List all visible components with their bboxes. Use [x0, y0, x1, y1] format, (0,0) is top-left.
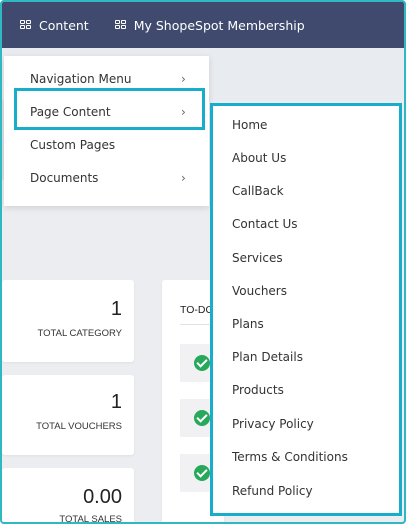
chevron-right-icon: › — [181, 171, 186, 185]
menu-item-navigation-menu[interactable]: Navigation Menu › — [30, 72, 186, 86]
active-highlight — [14, 88, 205, 130]
menu-item-label: Documents — [30, 171, 99, 185]
check-circle-icon — [194, 410, 210, 426]
page-content-submenu: Home About Us CallBack Contact Us Servic… — [210, 103, 402, 516]
menu-item-label: Navigation Menu — [30, 72, 132, 86]
submenu-item-plan-details[interactable]: Plan Details — [232, 350, 303, 364]
top-navbar: Content My ShopeSpot Membership — [2, 2, 404, 48]
content-dropdown-menu: Navigation Menu › Page Content › Custom … — [4, 56, 209, 206]
stat-label: TOTAL VOUCHERS — [36, 421, 122, 432]
check-circle-icon — [194, 465, 210, 481]
stat-value: 0.00 — [83, 486, 122, 508]
submenu-item-products[interactable]: Products — [232, 383, 284, 397]
submenu-item-vouchers[interactable]: Vouchers — [232, 284, 287, 298]
menu-item-custom-pages[interactable]: Custom Pages — [30, 138, 115, 152]
nav-membership-label: My ShopeSpot Membership — [133, 17, 305, 33]
chevron-right-icon: › — [181, 72, 186, 86]
todo-title: TO-DO — [180, 304, 214, 316]
stat-label: TOTAL CATEGORY — [37, 328, 122, 339]
app-frame: Content My ShopeSpot Membership 1 TOTAL … — [0, 0, 406, 524]
stat-label: TOTAL SALES — [59, 514, 122, 524]
menu-item-label: Custom Pages — [30, 138, 116, 152]
menu-item-documents[interactable]: Documents › — [30, 171, 186, 185]
nav-content-label: Content — [39, 17, 89, 33]
grid-icon — [114, 20, 127, 30]
check-circle-icon — [194, 355, 210, 371]
stat-card-category: 1 TOTAL CATEGORY — [2, 280, 134, 362]
submenu-item-terms-conditions[interactable]: Terms & Conditions — [232, 450, 348, 464]
submenu-item-home[interactable]: Home — [232, 118, 267, 132]
nav-membership[interactable]: My ShopeSpot Membership — [114, 2, 305, 48]
submenu-item-about-us[interactable]: About Us — [232, 151, 286, 165]
submenu-item-privacy-policy[interactable]: Privacy Policy — [232, 417, 314, 431]
stat-value: 1 — [110, 391, 122, 413]
submenu-item-services[interactable]: Services — [232, 251, 283, 265]
submenu-item-contact-us[interactable]: Contact Us — [232, 217, 298, 231]
stat-card-vouchers: 1 TOTAL VOUCHERS — [2, 375, 134, 455]
nav-content[interactable]: Content — [20, 2, 89, 48]
submenu-item-callback[interactable]: CallBack — [232, 184, 284, 198]
stat-value: 1 — [110, 298, 122, 320]
stat-card-sales: 0.00 TOTAL SALES — [2, 468, 134, 524]
submenu-item-refund-policy[interactable]: Refund Policy — [232, 484, 313, 498]
submenu-item-plans[interactable]: Plans — [232, 317, 264, 331]
grid-icon — [20, 20, 32, 30]
